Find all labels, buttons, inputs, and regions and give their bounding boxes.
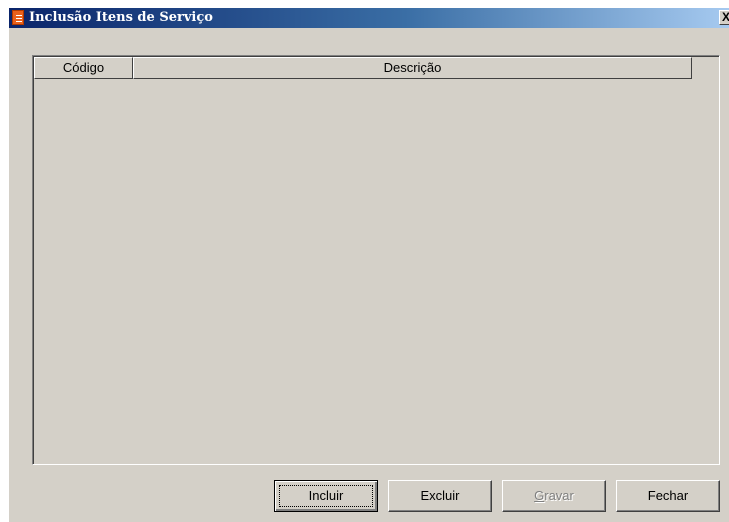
fechar-button[interactable]: Fechar	[616, 480, 720, 512]
column-header-codigo[interactable]: Código	[34, 57, 133, 79]
window-title: Inclusão Itens de Serviço	[29, 10, 213, 25]
excluir-button[interactable]: Excluir	[388, 480, 492, 512]
dialog-window: Inclusão Itens de Serviço X Código Descr…	[9, 8, 729, 522]
gravar-label: ravar	[544, 488, 574, 503]
gravar-mnemonic: G	[534, 488, 545, 503]
incluir-button[interactable]: Incluir	[274, 480, 378, 512]
gravar-button[interactable]: Gravar	[502, 480, 606, 512]
focus-rect	[279, 485, 373, 507]
button-bar: Incluir Excluir Gravar Fechar	[9, 480, 729, 512]
close-button[interactable]: X	[719, 10, 729, 25]
fechar-label: Fechar	[647, 488, 689, 503]
title-bar[interactable]: Inclusão Itens de Serviço X	[9, 8, 729, 28]
grid-header: Código Descrição	[34, 57, 692, 79]
excluir-label: Excluir	[420, 488, 460, 503]
column-header-descricao[interactable]: Descrição	[133, 57, 692, 79]
document-icon	[12, 10, 24, 25]
items-grid[interactable]: Código Descrição	[32, 55, 720, 465]
grid-body[interactable]: Código Descrição	[33, 56, 719, 464]
